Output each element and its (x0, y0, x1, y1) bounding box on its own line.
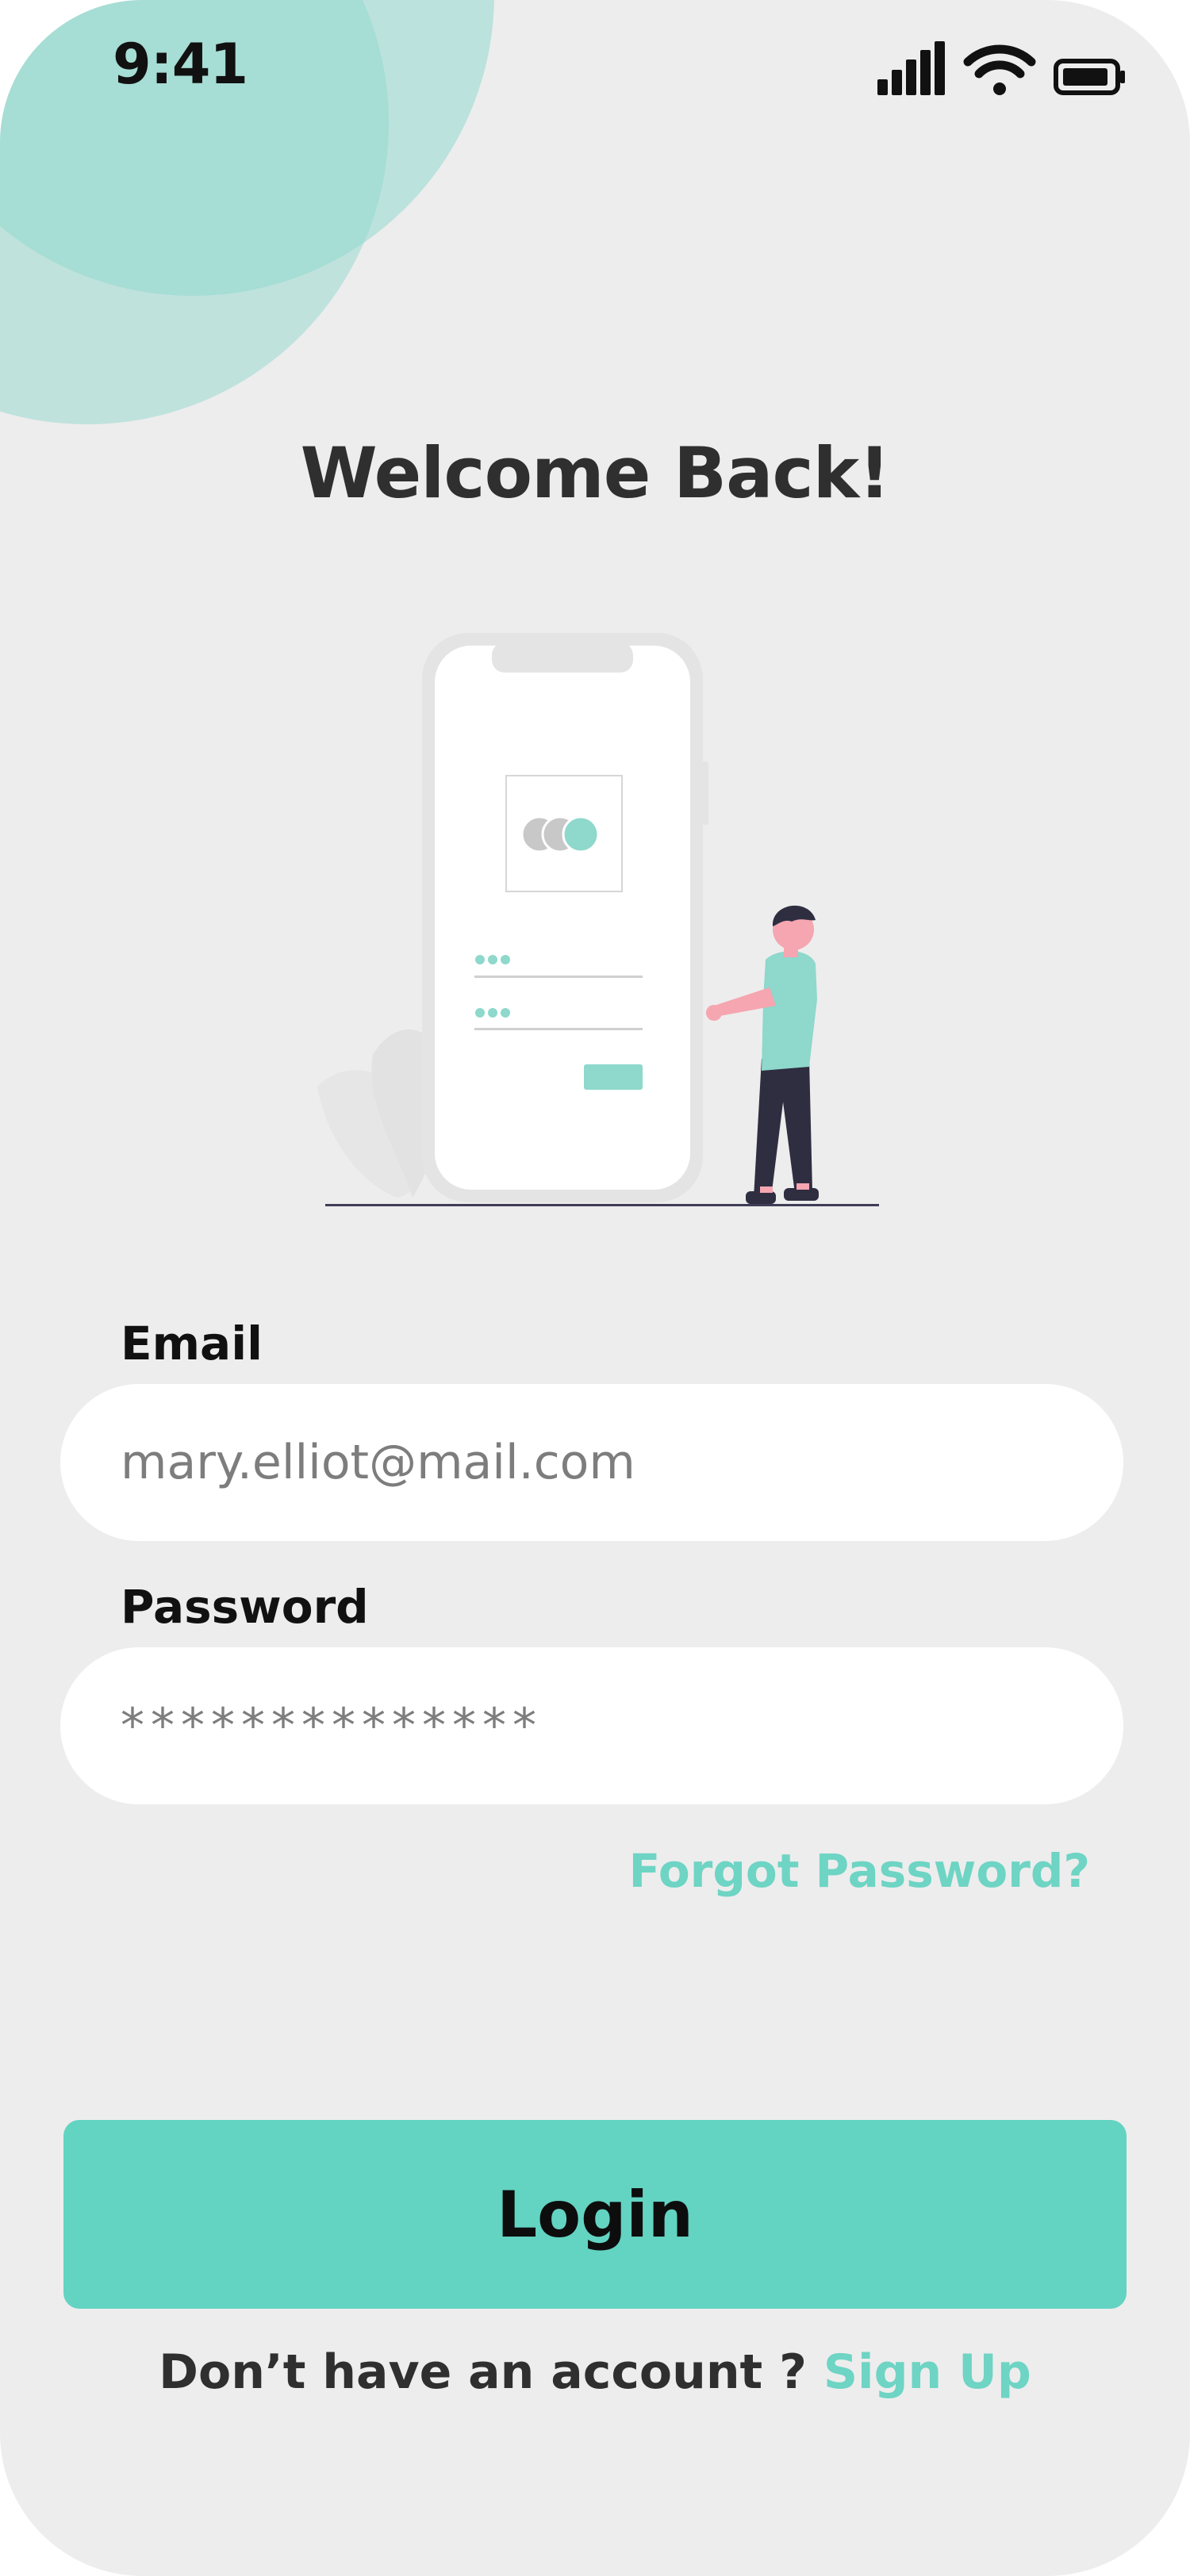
email-field[interactable] (60, 1384, 1123, 1541)
wifi-icon (963, 43, 1036, 98)
email-label: Email (121, 1317, 263, 1370)
login-illustration (301, 627, 889, 1213)
password-label: Password (121, 1580, 369, 1634)
password-field[interactable] (60, 1647, 1123, 1804)
status-icons (877, 41, 1127, 98)
signup-prompt: Don’t have an account ? (159, 2344, 807, 2400)
signup-row: Don’t have an account ? Sign Up (0, 2344, 1190, 2400)
cellular-signal-icon (877, 41, 946, 98)
signup-link[interactable]: Sign Up (823, 2344, 1031, 2400)
login-button[interactable]: Login (63, 2120, 1127, 2309)
page-title: Welcome Back! (300, 432, 891, 514)
battery-icon (1054, 59, 1127, 98)
forgot-password-link[interactable]: Forgot Password? (629, 1844, 1090, 1898)
person-illustration (706, 905, 819, 1204)
login-screen: 9:41 Welcome Back! Email mary.elliot@mai… (0, 0, 1190, 2576)
status-time: 9:41 (113, 32, 248, 97)
